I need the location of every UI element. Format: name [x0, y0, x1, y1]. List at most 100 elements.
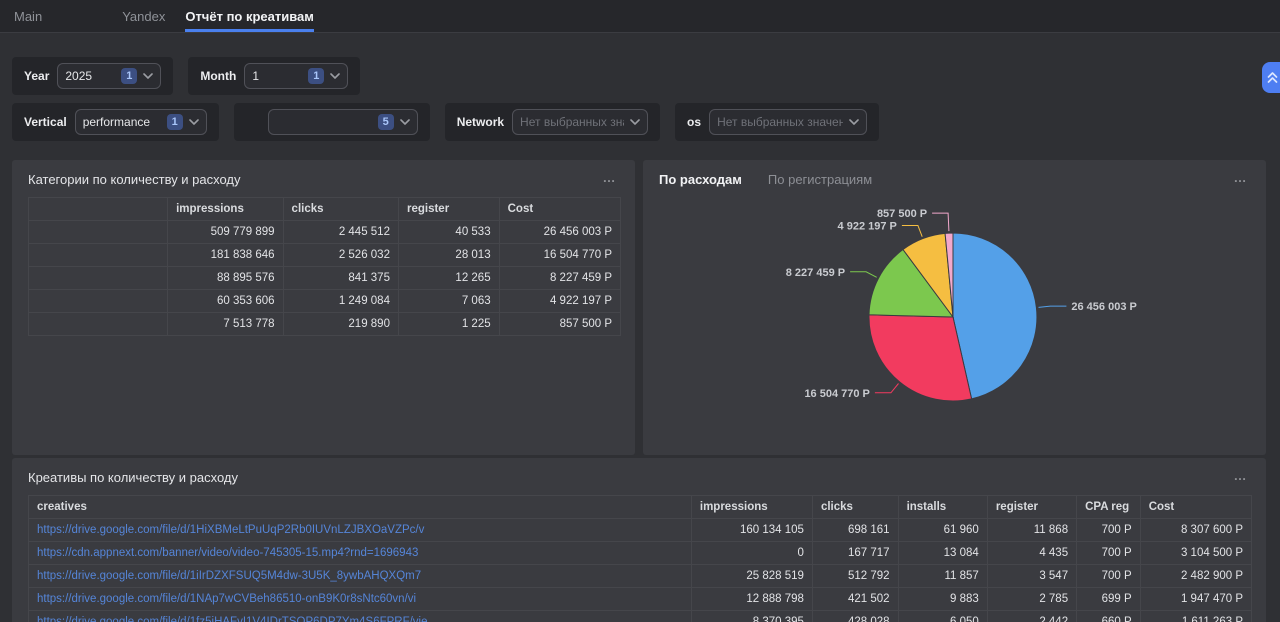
- row-label-cell: https://drive.google.com/file/d/1fz5iHAF…: [29, 611, 692, 622]
- double-chevron-up-icon: [1267, 71, 1278, 84]
- pie-label-line: [875, 384, 899, 393]
- value-cell: 12 888 798: [691, 588, 812, 611]
- column-header: installs: [898, 496, 987, 519]
- table-row: 88 895 576841 37512 2658 227 459 P: [29, 267, 621, 290]
- value-cell: 4 922 197 P: [499, 290, 620, 313]
- value-cell: 1 249 084: [283, 290, 398, 313]
- value-cell: 2 482 900 P: [1140, 565, 1251, 588]
- vertical-value: performance: [83, 115, 161, 129]
- categories-table: impressionsclicksregisterCost509 779 899…: [28, 197, 621, 336]
- value-cell: 160 134 105: [691, 519, 812, 542]
- column-header: [29, 198, 168, 221]
- vertical-select[interactable]: performance 1: [75, 109, 207, 135]
- filter-unnamed: 5: [234, 103, 430, 141]
- creatives-table: creativesimpressionsclicksinstallsregist…: [28, 495, 1252, 622]
- filter-month: Month 1 1: [188, 57, 360, 95]
- column-header: clicks: [812, 496, 898, 519]
- value-cell: 700 P: [1077, 565, 1141, 588]
- table-row: https://drive.google.com/file/d/1NAp7wCV…: [29, 588, 1252, 611]
- column-header: CPA reg: [1077, 496, 1141, 519]
- value-cell: 421 502: [812, 588, 898, 611]
- collapse-filters-button[interactable]: [1262, 62, 1280, 93]
- row-label-cell: [29, 290, 168, 313]
- value-cell: 2 785: [987, 588, 1076, 611]
- tab-yandex[interactable]: Yandex: [122, 0, 165, 32]
- column-header: creatives: [29, 496, 692, 519]
- row-label-cell: [29, 267, 168, 290]
- value-cell: 6 050: [898, 611, 987, 622]
- os-select[interactable]: Нет выбранных значений: [709, 109, 867, 135]
- value-cell: 3 547: [987, 565, 1076, 588]
- filter-os: os Нет выбранных значений: [675, 103, 879, 141]
- value-cell: 428 028: [812, 611, 898, 622]
- value-cell: 0: [691, 542, 812, 565]
- table-row: https://cdn.appnext.com/banner/video/vid…: [29, 542, 1252, 565]
- filter-row-2: Vertical performance 1 5 Network Нет выб…: [12, 103, 1280, 141]
- value-cell: 40 533: [398, 221, 499, 244]
- tab-main[interactable]: Main: [14, 0, 42, 32]
- value-cell: 509 779 899: [168, 221, 283, 244]
- value-cell: 11 857: [898, 565, 987, 588]
- value-cell: 16 504 770 P: [499, 244, 620, 267]
- tab-by-cost[interactable]: По расходам: [659, 172, 742, 187]
- value-cell: 660 P: [1077, 611, 1141, 622]
- value-cell: 88 895 576: [168, 267, 283, 290]
- more-ellipsis-icon[interactable]: …: [1230, 470, 1253, 482]
- column-header: register: [398, 198, 499, 221]
- value-cell: 7 063: [398, 290, 499, 313]
- more-ellipsis-icon[interactable]: …: [1230, 172, 1253, 184]
- unnamed-select[interactable]: 5: [268, 109, 418, 135]
- tab-report-creatives[interactable]: Отчёт по креативам: [185, 0, 314, 32]
- value-cell: 1 225: [398, 313, 499, 336]
- row-label-cell: https://cdn.appnext.com/banner/video/vid…: [29, 542, 692, 565]
- pie-label-line: [932, 213, 949, 231]
- creative-link[interactable]: https://drive.google.com/file/d/1HiXBMeL…: [37, 524, 424, 536]
- filter-network: Network Нет выбранных зна...: [445, 103, 660, 141]
- creative-link[interactable]: https://drive.google.com/file/d/1NAp7wCV…: [37, 593, 416, 605]
- value-cell: 2 445 512: [283, 221, 398, 244]
- creative-link[interactable]: https://cdn.appnext.com/banner/video/vid…: [37, 547, 418, 559]
- table-row: 7 513 778219 8901 225857 500 P: [29, 313, 621, 336]
- unnamed-count-badge: 5: [378, 114, 394, 130]
- categories-widget-title: Категории по количеству и расходу: [28, 172, 241, 187]
- filter-year-label: Year: [24, 69, 49, 83]
- cost-pie-widget: По расходам По регистрациям … 26 456 003…: [643, 160, 1266, 455]
- value-cell: 181 838 646: [168, 244, 283, 267]
- value-cell: 26 456 003 P: [499, 221, 620, 244]
- filter-vertical-label: Vertical: [24, 115, 67, 129]
- top-tab-bar: Main Yandex Отчёт по креативам: [0, 0, 1280, 33]
- year-count-badge: 1: [121, 68, 137, 84]
- filter-os-label: os: [687, 115, 701, 129]
- value-cell: 9 883: [898, 588, 987, 611]
- row-label-cell: https://drive.google.com/file/d/1iIrDZXF…: [29, 565, 692, 588]
- value-cell: 4 435: [987, 542, 1076, 565]
- value-cell: 1 611 263 P: [1140, 611, 1251, 622]
- filter-network-label: Network: [457, 115, 504, 129]
- categories-widget: Категории по количеству и расходу … impr…: [12, 160, 635, 455]
- row-label-cell: https://drive.google.com/file/d/1NAp7wCV…: [29, 588, 692, 611]
- value-cell: 12 265: [398, 267, 499, 290]
- month-select[interactable]: 1 1: [244, 63, 348, 89]
- chevron-down-icon: [630, 119, 640, 125]
- value-cell: 8 370 395: [691, 611, 812, 622]
- more-ellipsis-icon[interactable]: …: [599, 172, 622, 184]
- pie-slice-label: 16 504 770 P: [804, 388, 869, 400]
- value-cell: 11 868: [987, 519, 1076, 542]
- column-header: register: [987, 496, 1076, 519]
- filter-year: Year 2025 1: [12, 57, 173, 95]
- table-row: 181 838 6462 526 03228 01316 504 770 P: [29, 244, 621, 267]
- column-header: clicks: [283, 198, 398, 221]
- value-cell: 8 307 600 P: [1140, 519, 1251, 542]
- network-select[interactable]: Нет выбранных зна...: [512, 109, 648, 135]
- value-cell: 1 947 470 P: [1140, 588, 1251, 611]
- creative-link[interactable]: https://drive.google.com/file/d/1iIrDZXF…: [37, 570, 421, 582]
- tab-by-registrations[interactable]: По регистрациям: [768, 172, 872, 187]
- pie-label-line: [902, 226, 922, 237]
- column-header: Cost: [1140, 496, 1251, 519]
- year-select[interactable]: 2025 1: [57, 63, 161, 89]
- value-cell: 2 526 032: [283, 244, 398, 267]
- chevron-down-icon: [400, 119, 410, 125]
- creative-link[interactable]: https://drive.google.com/file/d/1fz5iHAF…: [37, 616, 428, 622]
- year-value: 2025: [65, 69, 115, 83]
- cost-pie-chart[interactable]: 26 456 003 P16 504 770 P8 227 459 P4 922…: [643, 195, 1266, 451]
